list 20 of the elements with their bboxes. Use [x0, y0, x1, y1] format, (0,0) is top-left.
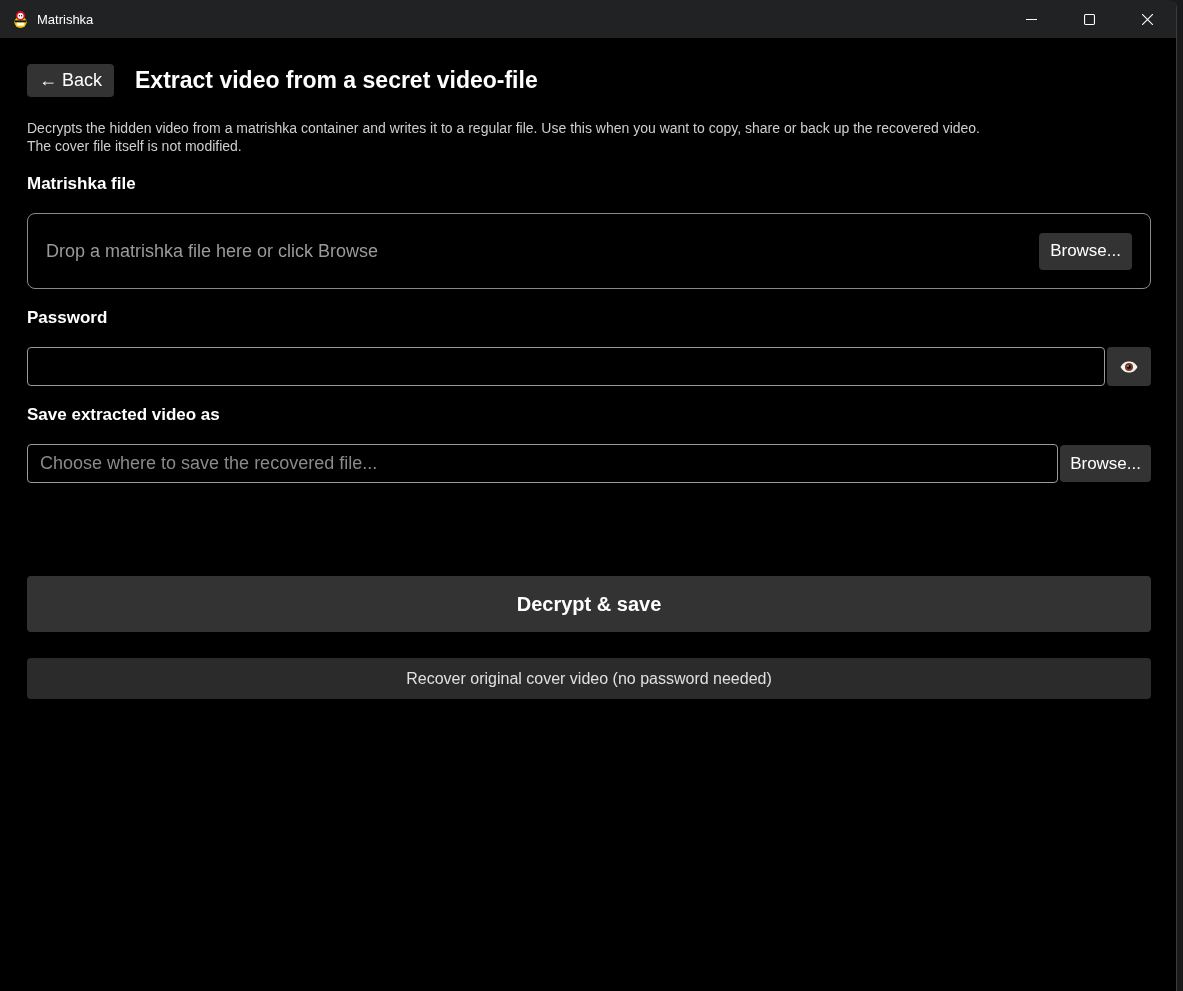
- doll-icon: [13, 10, 28, 28]
- eye-icon: [1120, 360, 1138, 373]
- browse-button[interactable]: Browse...: [1060, 445, 1151, 482]
- drop-zone[interactable]: Drop a matrishka file here or click Browse Browse...: [27, 213, 1151, 289]
- drop-zone-hint: Drop a matrishka file here or click Browse: [46, 240, 379, 262]
- show-password-button[interactable]: [1107, 347, 1151, 386]
- maximize-icon: [1083, 13, 1095, 25]
- recover-button[interactable]: Recover original cover video (no password needed): [27, 658, 1151, 699]
- password-field[interactable]: [27, 347, 1105, 386]
- field-label: Matrishka file: [27, 173, 137, 195]
- window-title: Matrishka: [37, 11, 94, 27]
- save-path-field[interactable]: Choose where to save the recovered file...: [27, 444, 1059, 483]
- decrypt-button[interactable]: Decrypt & save: [27, 576, 1151, 632]
- page-title: Extract video from a secret video-file: [135, 67, 538, 94]
- close-icon: [1141, 13, 1153, 25]
- browse-button[interactable]: Browse...: [1039, 232, 1132, 270]
- back-button[interactable]: ← Back: [27, 64, 115, 97]
- field-label: Password: [27, 307, 109, 329]
- field-label: Save extracted video as: [27, 404, 221, 426]
- description-text: Decrypts the hidden video from a matrishka container and writes it to a regular file. Use this when you want to copy, share or back up the recovered video. The cover file itself is not modified.: [27, 119, 981, 155]
